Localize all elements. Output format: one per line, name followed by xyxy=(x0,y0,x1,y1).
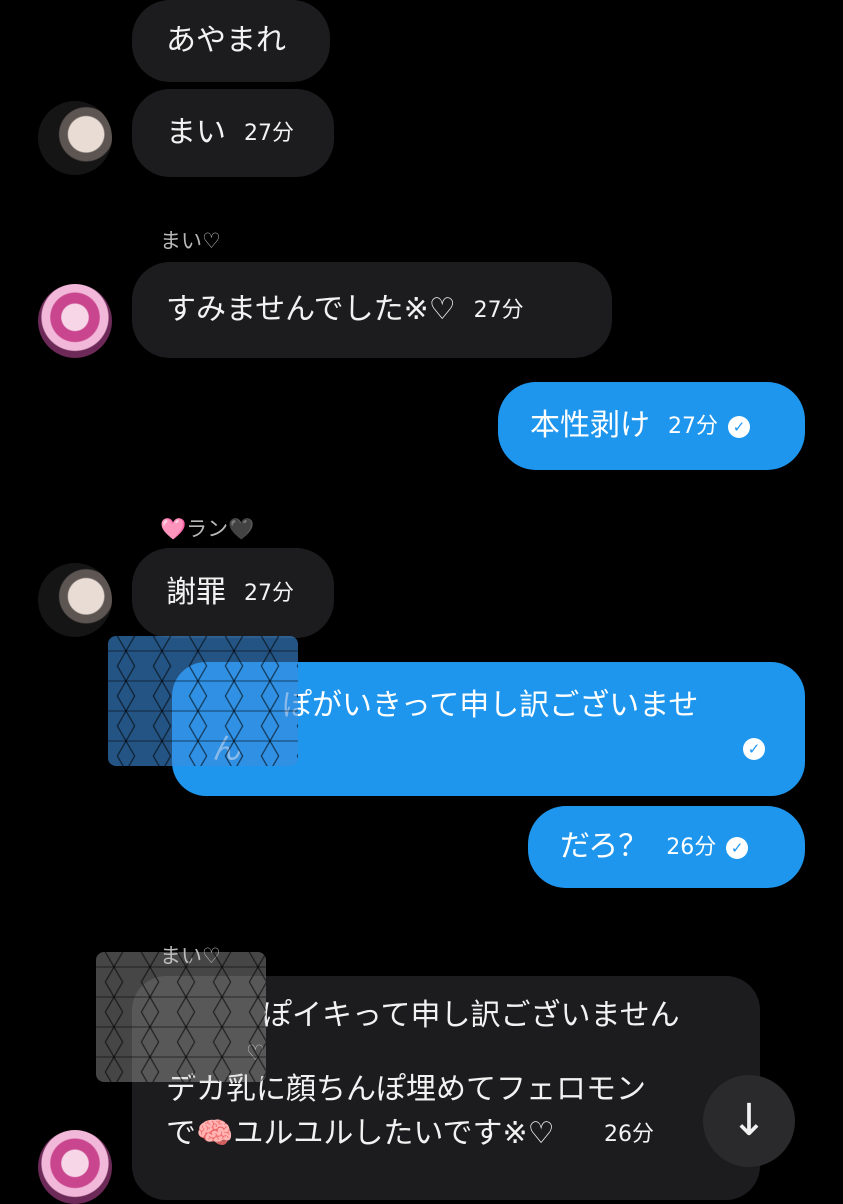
read-check-icon: ✓ xyxy=(726,836,749,859)
message-bubble[interactable]: 本性剥け 27分 ✓ xyxy=(498,382,805,470)
message-time: 27分 xyxy=(244,120,294,146)
message-time: 27分 xyxy=(668,413,718,439)
mosaic-censor xyxy=(108,636,298,766)
avatar[interactable] xyxy=(38,1130,112,1204)
message-text-line: で🧠ユルユルしたいです※♡ xyxy=(166,1116,555,1151)
avatar[interactable] xyxy=(38,101,112,175)
message-bubble[interactable]: まい 27分 xyxy=(132,89,334,177)
message-text: だろ？ xyxy=(560,829,649,864)
message-text: まい xyxy=(166,115,226,150)
message-text: あやまれ xyxy=(166,23,286,58)
avatar[interactable] xyxy=(38,284,112,358)
message-text: すみませんでした※♡ xyxy=(166,292,456,327)
scroll-down-button[interactable]: ↓ xyxy=(703,1075,795,1167)
message-text: 謝罪 xyxy=(166,575,226,610)
message-bubble[interactable]: すみませんでした※♡ 27分 xyxy=(132,262,612,358)
message-time: 26分 xyxy=(604,1121,655,1147)
message-time: 27分 xyxy=(244,580,294,606)
message-bubble[interactable]: 謝罪 27分 xyxy=(132,548,334,638)
mosaic-censor xyxy=(96,952,266,1082)
message-time: 27分 xyxy=(473,297,524,323)
sender-name: まい♡ xyxy=(160,229,221,253)
message-bubble[interactable]: あやまれ xyxy=(132,0,330,82)
message-text: 本性剥け xyxy=(530,408,650,443)
avatar[interactable] xyxy=(38,563,112,637)
message-time: 26分 xyxy=(666,834,717,860)
read-check-icon: ✓ xyxy=(743,738,765,760)
message-bubble[interactable]: だろ？ 26分 ✓ xyxy=(528,806,805,888)
sender-name: 🩷ラン🖤 xyxy=(160,517,255,541)
arrow-down-icon: ↓ xyxy=(730,1095,768,1146)
read-check-icon: ✓ xyxy=(728,415,750,438)
